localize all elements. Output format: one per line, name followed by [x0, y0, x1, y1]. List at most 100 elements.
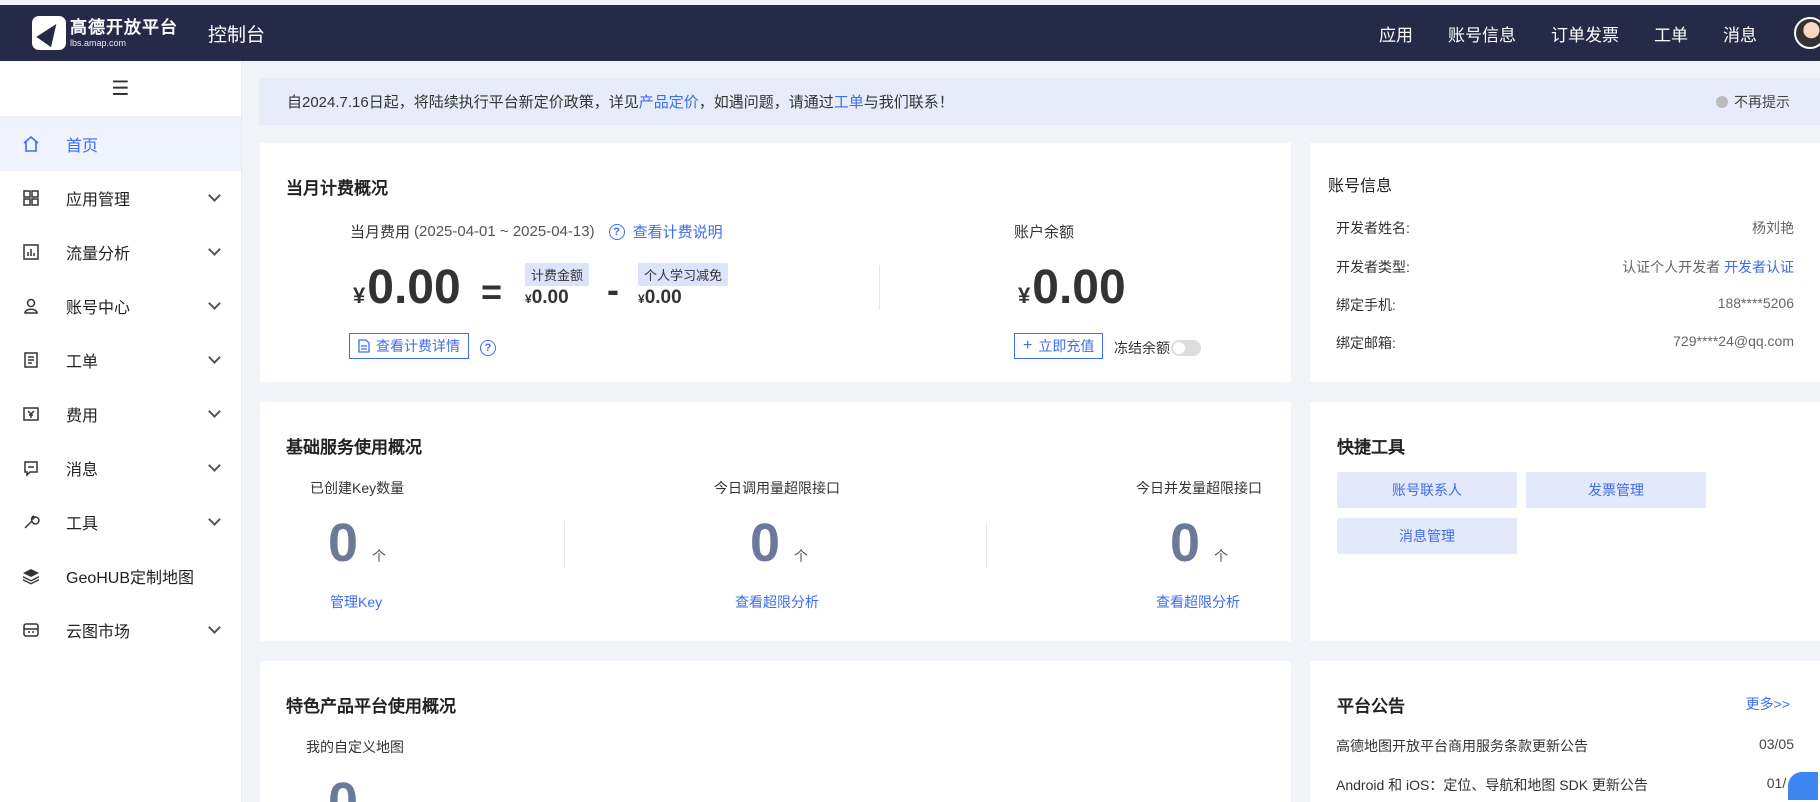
menu-toggle-icon[interactable]: ☰: [0, 61, 241, 117]
notice-text: 自2024.7.16日起，将陆续执行平台新定价政策，详见: [287, 94, 639, 111]
chevron-down-icon: [208, 243, 221, 256]
nav-messages[interactable]: 消息: [1723, 21, 1757, 46]
sidebar-item-tools[interactable]: 工具: [0, 495, 241, 549]
message-icon: [22, 459, 40, 477]
announcement-title: 高德地图开放平台商用服务条款更新公告: [1336, 738, 1588, 754]
divider: [986, 522, 987, 567]
balance-amount: 0.00: [1032, 261, 1126, 314]
logo-url: lbs.amap.com: [70, 37, 127, 48]
key-count-value: 0: [328, 513, 359, 573]
nav-tickets[interactable]: 工单: [1654, 21, 1688, 46]
customer-service-icon[interactable]: [1786, 770, 1820, 802]
featured-products-card: 特色产品平台使用概况 我的自定义地图 0: [260, 661, 1291, 802]
help-icon[interactable]: ?: [480, 340, 496, 356]
amap-logo[interactable]: 高德开放平台 lbs.amap.com: [32, 16, 182, 50]
currency-symbol: ¥: [353, 283, 366, 308]
developer-name-row: 开发者姓名: 杨刘艳: [1336, 218, 1794, 238]
pricing-link[interactable]: 产品定价: [639, 91, 699, 112]
announcement-item[interactable]: Android 和 iOS：定位、导航和地图 SDK 更新公告 01/0: [1336, 775, 1794, 795]
period-range: (2025-04-01 ~ 2025-04-13): [414, 223, 595, 240]
sidebar-item-fees[interactable]: 费用: [0, 387, 241, 441]
grid-icon: [22, 189, 40, 207]
sidebar-item-app-management[interactable]: 应用管理: [0, 171, 241, 225]
developer-type: 认证个人开发者: [1622, 259, 1721, 275]
unit-label: 个: [372, 548, 387, 564]
manage-key-link[interactable]: 管理Key: [330, 592, 382, 612]
developer-verification-link[interactable]: 开发者认证: [1724, 259, 1794, 275]
key-count-label: 已创建Key数量: [310, 480, 405, 496]
billing-period: 当月费用 (2025-04-01 ~ 2025-04-13) ? 查看计费说明: [350, 221, 723, 242]
notice-text: ，如遇问题，请通过: [698, 94, 834, 111]
announcement-item[interactable]: 高德地图开放平台商用服务条款更新公告 03/05: [1336, 736, 1794, 756]
account-balance: ¥ 0.00: [1018, 260, 1126, 315]
currency-symbol: ¥: [525, 292, 532, 306]
sidebar-item-label: 费用: [66, 408, 99, 425]
account-info-card: 账号信息 开发者姓名: 杨刘艳 开发者类型: 认证个人开发者 开发者认证 绑定手…: [1310, 143, 1820, 382]
sidebar-item-account-center[interactable]: 账号中心: [0, 279, 241, 333]
account-contacts-button[interactable]: 账号联系人: [1337, 472, 1517, 508]
billing-explanation-link[interactable]: 查看计费说明: [633, 221, 723, 242]
help-icon[interactable]: ?: [608, 223, 625, 240]
sidebar-item-label: 账号中心: [66, 300, 131, 317]
sidebar-item-label: 流量分析: [66, 246, 131, 263]
row-label: 开发者类型:: [1336, 259, 1410, 275]
services-title: 基础服务使用概况: [286, 438, 422, 457]
store-icon: [22, 621, 40, 639]
sidebar-item-cloud-market[interactable]: 云图市场: [0, 603, 241, 657]
sidebar-item-messages[interactable]: 消息: [0, 441, 241, 495]
announcement-title: Android 和 iOS：定位、导航和地图 SDK 更新公告: [1336, 777, 1648, 793]
message-management-button[interactable]: 消息管理: [1337, 518, 1517, 554]
recharge-button[interactable]: + 立即充值: [1014, 333, 1104, 359]
sidebar-item-traffic-analysis[interactable]: 流量分析: [0, 225, 241, 279]
key-count: 0个: [328, 512, 386, 574]
user-avatar[interactable]: [1794, 17, 1820, 49]
chevron-down-icon: [208, 459, 221, 472]
daily-call-limit-count: 0个: [750, 512, 808, 574]
view-billing-details-button[interactable]: 查看计费详情: [349, 333, 469, 359]
top-bar: 高德开放平台 lbs.amap.com 控制台 应用 账号信息 订单发票 工单 …: [0, 5, 1820, 61]
minus-sign: -: [607, 269, 619, 310]
view-call-limit-analysis-link[interactable]: 查看超限分析: [735, 592, 819, 612]
chevron-down-icon: [208, 297, 221, 310]
layers-icon: [22, 567, 40, 585]
featured-title: 特色产品平台使用概况: [286, 697, 456, 716]
dismiss-notice-button[interactable]: 不再提示: [1716, 92, 1790, 112]
ticket-link[interactable]: 工单: [834, 91, 864, 112]
announcements-title: 平台公告: [1337, 697, 1405, 716]
notice-text: 与我们联系！: [863, 94, 954, 111]
frozen-balance-toggle[interactable]: [1171, 340, 1201, 356]
dismiss-label: 不再提示: [1734, 93, 1790, 110]
pricing-notice-banner: 自2024.7.16日起，将陆续执行平台新定价政策，详见 产品定价 ，如遇问题，…: [259, 78, 1820, 125]
more-announcements-link[interactable]: 更多>>: [1746, 694, 1790, 714]
wrench-icon: [22, 513, 40, 531]
clipboard-icon: [22, 351, 40, 369]
sidebar-item-geohub[interactable]: GeoHUB定制地图: [0, 549, 241, 603]
developer-type-row: 开发者类型: 认证个人开发者 开发者认证: [1336, 257, 1794, 277]
row-label: 绑定手机:: [1336, 297, 1396, 313]
document-icon: [358, 339, 370, 353]
view-concurrency-analysis-link[interactable]: 查看超限分析: [1156, 592, 1240, 612]
billing-title: 当月计费概况: [286, 179, 388, 198]
nav-apps[interactable]: 应用: [1379, 21, 1413, 46]
row-label: 绑定邮箱:: [1336, 335, 1396, 351]
unit-label: 个: [794, 548, 809, 564]
bound-phone: 188****5206: [1717, 295, 1794, 311]
nav-orders-invoices[interactable]: 订单发票: [1551, 21, 1619, 46]
custom-map-label: 我的自定义地图: [306, 739, 404, 755]
sidebar-item-tickets[interactable]: 工单: [0, 333, 241, 387]
tools-title: 快捷工具: [1337, 438, 1405, 457]
concurrency-limit-count: 0个: [1170, 512, 1228, 574]
developer-name: 杨刘艳: [1752, 220, 1794, 236]
sidebar-item-home[interactable]: 首页: [0, 117, 241, 171]
divider: [564, 522, 565, 567]
invoice-management-button[interactable]: 发票管理: [1526, 472, 1706, 508]
button-label: 查看计费详情: [376, 338, 460, 354]
concurrency-limit-label: 今日并发量超限接口: [1136, 480, 1262, 496]
nav-account-info[interactable]: 账号信息: [1448, 21, 1516, 46]
basic-services-card: 基础服务使用概况 已创建Key数量 0个 管理Key 今日调用量超限接口 0个 …: [260, 402, 1291, 641]
console-title[interactable]: 控制台: [208, 20, 265, 47]
sidebar-item-label: 首页: [66, 138, 99, 155]
monthly-total: ¥ 0.00: [353, 260, 461, 315]
chart-icon: [22, 243, 40, 261]
close-icon: [1716, 95, 1728, 108]
